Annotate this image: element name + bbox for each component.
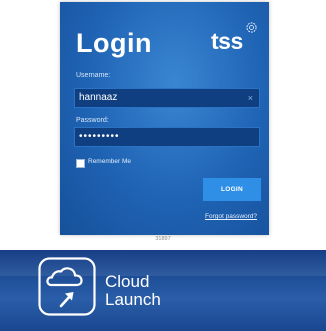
forgot-password-link[interactable]: Forgot password? [205,213,257,220]
password-field[interactable]: ••••••••• [74,127,260,147]
image-caption: 31897 [155,236,171,242]
logo-mark-icon [246,22,257,33]
password-value: ••••••••• [79,131,120,142]
username-field[interactable]: hannaaz × [74,88,260,108]
username-value: hannaaz [79,92,118,103]
password-label: Password: [76,117,109,124]
banner-label-line2: Launch [105,290,161,309]
username-label: Username: [76,72,111,79]
remember-label: Remember Me [88,158,131,165]
remember-checkbox[interactable] [76,159,85,168]
login-button[interactable]: LOGIN [203,178,261,201]
logo-text: tss [211,28,243,54]
tss-logo: tss [211,22,261,54]
clear-icon[interactable]: × [248,89,253,107]
login-panel: Login tss Username: hannaaz × Password: … [60,2,269,235]
cloud-launch-icon[interactable] [38,257,96,316]
cloud-launch-banner[interactable]: Cloud Launch [0,250,326,331]
login-title: Login [76,28,152,58]
banner-label-line1: Cloud [105,272,150,291]
